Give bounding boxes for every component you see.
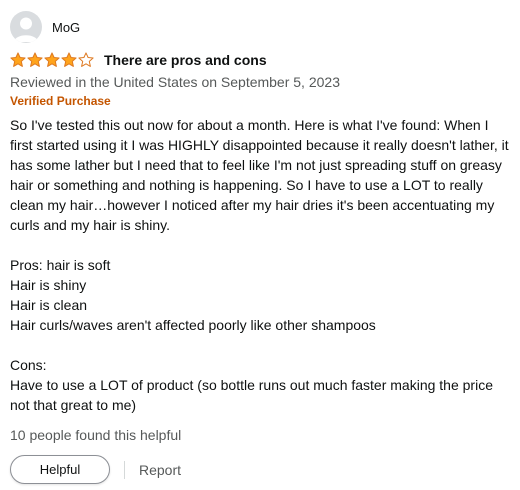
helpful-button[interactable]: Helpful bbox=[10, 455, 110, 484]
verified-purchase-badge: Verified Purchase bbox=[10, 94, 111, 108]
report-link[interactable]: Report bbox=[139, 462, 181, 478]
review-body: So I've tested this out now for about a … bbox=[10, 115, 510, 415]
star-filled-icon bbox=[10, 52, 26, 67]
review-paragraph-cons: Cons: Have to use a LOT of product (so b… bbox=[10, 357, 493, 413]
avatar-icon bbox=[10, 11, 42, 43]
star-rating[interactable] bbox=[10, 52, 95, 68]
review-title[interactable]: There are pros and cons bbox=[104, 52, 267, 68]
star-filled-icon bbox=[61, 52, 77, 67]
review-title-row: There are pros and cons bbox=[10, 50, 510, 70]
customer-review: MoG There are pros and cons Reviewed in … bbox=[10, 0, 510, 484]
helpful-count: 10 people found this helpful bbox=[10, 427, 182, 443]
reviewer-name: MoG bbox=[52, 19, 81, 35]
reviewer-profile[interactable]: MoG bbox=[10, 10, 510, 44]
review-date: Reviewed in the United States on Septemb… bbox=[10, 74, 340, 90]
star-filled-icon bbox=[44, 52, 60, 67]
star-filled-icon bbox=[27, 52, 43, 67]
review-paragraph-pros: Pros: hair is soft Hair is shiny Hair is… bbox=[10, 257, 376, 333]
review-actions: Helpful Report bbox=[10, 455, 510, 484]
star-empty-icon bbox=[78, 52, 94, 67]
review-paragraph: So I've tested this out now for about a … bbox=[10, 117, 509, 233]
action-divider bbox=[124, 460, 125, 479]
